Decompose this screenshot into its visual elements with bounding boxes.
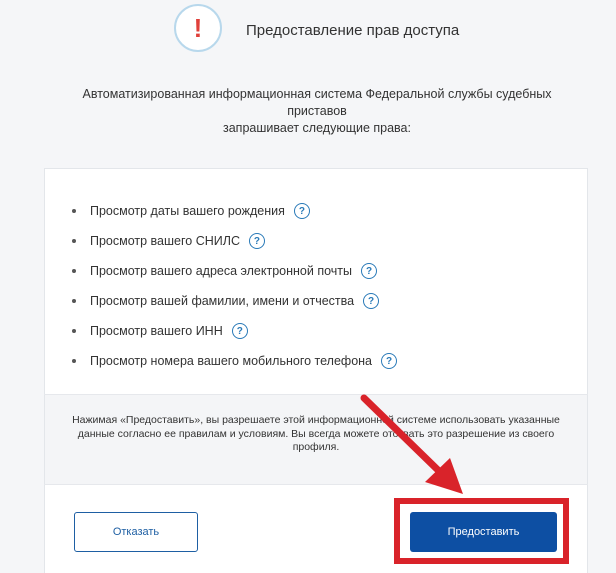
permission-item-birthdate: Просмотр даты вашего рождения ? [72, 196, 397, 226]
intro-text: Автоматизированная информационная систем… [80, 86, 554, 137]
permissions-list: Просмотр даты вашего рождения ? Просмотр… [72, 196, 397, 376]
exclamation-glyph: ! [193, 13, 203, 43]
intro-line-1: Автоматизированная информационная систем… [82, 87, 552, 118]
divider-top [44, 394, 588, 395]
permission-item-snils: Просмотр вашего СНИЛС ? [72, 226, 397, 256]
permission-label: Просмотр вашего ИНН [90, 324, 223, 338]
divider-bottom [44, 484, 588, 485]
question-icon[interactable]: ? [231, 323, 248, 339]
permission-label: Просмотр вашей фамилии, имени и отчества [90, 294, 355, 308]
permission-label: Просмотр вашего адреса электронной почты [90, 264, 352, 278]
deny-button[interactable]: Отказать [74, 512, 198, 552]
bullet-icon [72, 269, 76, 273]
bullet-icon [72, 299, 76, 303]
question-icon[interactable]: ? [381, 353, 397, 369]
grant-button[interactable]: Предоставить [410, 512, 557, 552]
question-icon[interactable]: ? [248, 233, 265, 249]
bullet-icon [72, 329, 76, 333]
permission-item-mobile: Просмотр номера вашего мобильного телефо… [72, 346, 397, 376]
bullet-icon [72, 209, 76, 213]
permission-label: Просмотр даты вашего рождения [90, 204, 285, 218]
bullet-icon [72, 239, 76, 243]
permission-item-fullname: Просмотр вашей фамилии, имени и отчества… [72, 286, 397, 316]
permission-item-email: Просмотр вашего адреса электронной почты… [72, 256, 397, 286]
page-title: Предоставление прав доступа [246, 22, 460, 39]
alert-icon: ! [174, 4, 222, 52]
bullet-icon [72, 359, 76, 363]
consent-notice: Нажимая «Предоставить», вы разрешаете эт… [72, 414, 560, 453]
permission-label: Просмотр номера вашего мобильного телефо… [90, 354, 372, 368]
question-icon[interactable]: ? [363, 293, 380, 309]
question-icon[interactable]: ? [361, 263, 377, 279]
permission-item-inn: Просмотр вашего ИНН ? [72, 316, 397, 346]
permission-label: Просмотр вашего СНИЛС [90, 234, 240, 248]
question-icon[interactable]: ? [293, 203, 310, 219]
intro-line-2: запрашивает следующие права: [223, 121, 411, 135]
